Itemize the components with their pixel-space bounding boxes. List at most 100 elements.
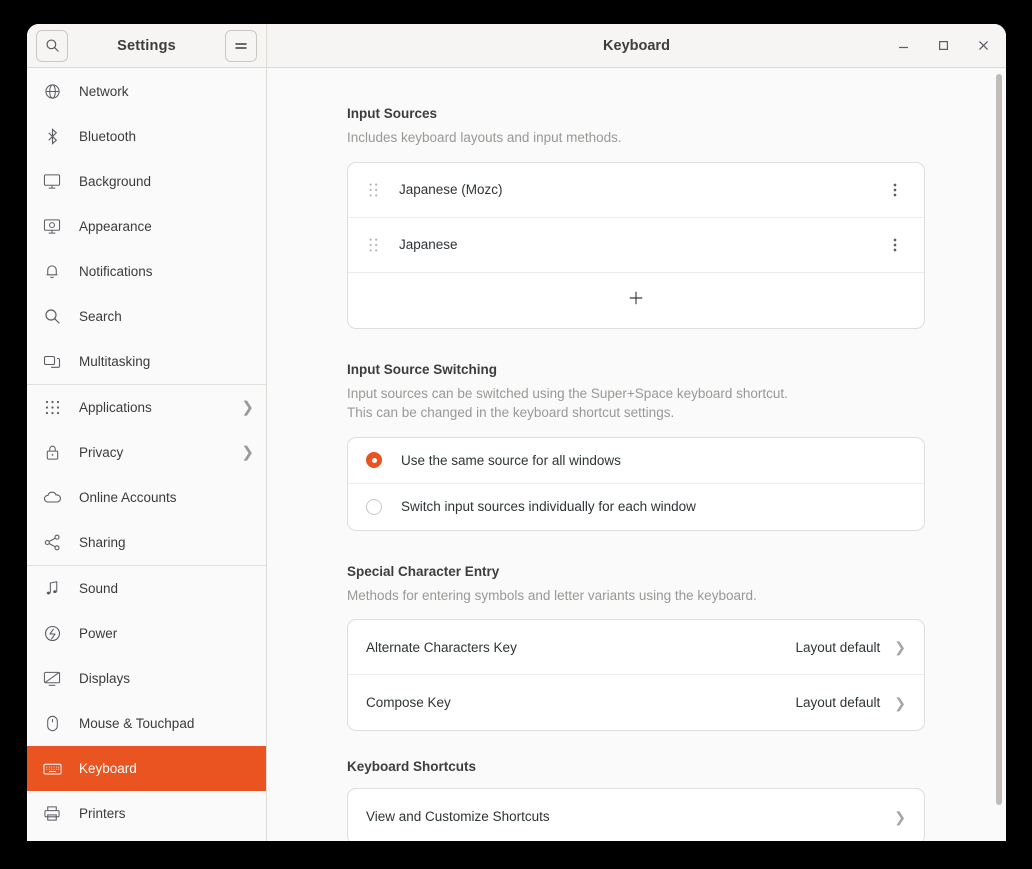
input-source-row-japanese[interactable]: Japanese — [348, 218, 924, 273]
vertical-scrollbar[interactable] — [996, 74, 1002, 835]
sidebar-item-multitasking[interactable]: Multitasking — [27, 339, 266, 384]
main-menu-button[interactable] — [225, 29, 257, 62]
applications-icon — [41, 397, 63, 419]
content-scroll-area: Input Sources Includes keyboard layouts … — [267, 68, 1006, 841]
sidebar-item-label: Bluetooth — [79, 129, 137, 144]
section-heading: Input Sources — [347, 106, 438, 121]
drag-handle-icon[interactable] — [366, 238, 380, 252]
row-options-menu-button[interactable] — [884, 176, 906, 204]
settings-window: Settings Keyboard Network Bluetooth Back… — [27, 24, 1006, 841]
minimize-button[interactable] — [888, 31, 918, 61]
sidebar-item-bluetooth[interactable]: Bluetooth — [27, 114, 266, 159]
drag-handle-icon[interactable] — [366, 183, 380, 197]
mouse-icon — [41, 713, 63, 735]
settings-sidebar[interactable]: Network Bluetooth Background Appearance … — [27, 68, 267, 841]
section-description: Includes keyboard layouts and input meth… — [347, 130, 622, 145]
sidebar-item-label: Power — [79, 626, 118, 641]
scrollbar-thumb[interactable] — [996, 74, 1002, 805]
sidebar-item-label: Multitasking — [79, 354, 151, 369]
minimize-icon — [898, 46, 908, 49]
sidebar-item-sound[interactable]: Sound — [27, 566, 266, 611]
printer-icon — [41, 803, 63, 825]
section-heading: Keyboard Shortcuts — [347, 759, 477, 775]
lock-icon — [41, 442, 63, 464]
row-label: View and Customize Shortcuts — [366, 809, 550, 825]
search-button[interactable] — [36, 29, 68, 62]
keyboard-settings-panel: Input Sources Includes keyboard layouts … — [267, 68, 1006, 841]
chevron-right-icon: ❯ — [241, 444, 254, 461]
sidebar-item-background[interactable]: Background — [27, 159, 266, 204]
search-icon — [41, 306, 63, 328]
hamburger-menu-icon — [235, 42, 247, 49]
sidebar-item-label: Keyboard — [79, 761, 137, 776]
sidebar-item-printers[interactable]: Printers — [27, 791, 266, 836]
sidebar-header: Settings — [27, 24, 267, 67]
close-icon — [978, 41, 988, 50]
bell-icon — [41, 261, 63, 283]
radio-button[interactable] — [366, 498, 382, 515]
section-keyboard-shortcuts: Keyboard Shortcuts View and Customize Sh… — [347, 759, 925, 841]
sidebar-item-label: Search — [79, 309, 122, 324]
add-input-source-button[interactable] — [348, 273, 924, 328]
sidebar-item-label: Displays — [79, 671, 131, 686]
display-icon — [41, 668, 63, 690]
row-view-customize-shortcuts[interactable]: View and Customize Shortcuts ❯ — [348, 789, 924, 841]
row-options-menu-button[interactable] — [884, 231, 906, 259]
section-input-source-switching: Input Source Switching Input sources can… — [347, 362, 925, 531]
sidebar-item-mouse-touchpad[interactable]: Mouse & Touchpad — [27, 701, 266, 746]
option-label: Switch input sources individually for ea… — [401, 499, 696, 515]
option-same-source-all-windows[interactable]: Use the same source for all windows — [348, 438, 924, 484]
sidebar-item-privacy[interactable]: Privacy ❯ — [27, 430, 266, 475]
row-label: Compose Key — [366, 695, 451, 711]
sidebar-item-sharing[interactable]: Sharing — [27, 520, 266, 565]
window-body: Network Bluetooth Background Appearance … — [27, 68, 1006, 841]
chevron-right-icon: ❯ — [894, 808, 906, 825]
section-input-sources: Input Sources Includes keyboard layouts … — [347, 106, 925, 329]
sidebar-item-label: Mouse & Touchpad — [79, 716, 195, 731]
sidebar-item-label: Sharing — [79, 535, 126, 550]
maximize-button[interactable] — [928, 31, 958, 61]
chevron-right-icon: ❯ — [894, 694, 906, 711]
sidebar-item-notifications[interactable]: Notifications — [27, 249, 266, 294]
row-label: Alternate Characters Key — [366, 639, 517, 655]
section-heading: Special Character Entry — [347, 563, 500, 579]
chevron-right-icon: ❯ — [894, 639, 906, 656]
sidebar-item-appearance[interactable]: Appearance — [27, 204, 266, 249]
sidebar-item-displays[interactable]: Displays — [27, 656, 266, 701]
network-globe-icon — [41, 81, 63, 103]
switching-options-card: Use the same source for all windows Swit… — [347, 436, 925, 531]
bluetooth-icon — [41, 126, 63, 148]
app-title: Settings — [117, 37, 176, 54]
input-source-label: Japanese — [399, 237, 458, 253]
sidebar-item-keyboard[interactable]: Keyboard — [27, 746, 266, 791]
radio-button-selected[interactable] — [366, 452, 382, 469]
sidebar-item-label: Appearance — [79, 219, 152, 234]
sidebar-item-online-accounts[interactable]: Online Accounts — [27, 475, 266, 520]
row-alternate-characters-key[interactable]: Alternate Characters Key Layout default … — [348, 620, 924, 676]
option-switch-individually[interactable]: Switch input sources individually for ea… — [348, 484, 924, 530]
input-sources-card: Japanese (Mozc) Japanese — [347, 161, 925, 329]
sidebar-item-label: Background — [79, 174, 152, 189]
section-description: Input sources can be switched using the … — [347, 384, 925, 423]
sidebar-item-label: Network — [79, 84, 129, 99]
special-character-card: Alternate Characters Key Layout default … — [347, 619, 925, 732]
row-value: Layout default — [795, 695, 881, 711]
sidebar-item-applications[interactable]: Applications ❯ — [27, 385, 266, 430]
multitasking-icon — [41, 351, 63, 373]
appearance-icon — [41, 216, 63, 238]
close-button[interactable] — [968, 31, 998, 61]
description-line-1: Input sources can be switched using the … — [347, 385, 788, 401]
sound-note-icon — [41, 578, 63, 600]
power-icon — [41, 623, 63, 645]
share-icon — [41, 532, 63, 554]
sidebar-item-search[interactable]: Search — [27, 294, 266, 339]
chevron-right-icon: ❯ — [241, 399, 254, 416]
description-line-2: This can be changed in the keyboard shor… — [347, 405, 675, 421]
input-source-row-japanese-mozc[interactable]: Japanese (Mozc) — [348, 163, 924, 218]
sidebar-item-label: Sound — [79, 581, 119, 596]
sidebar-item-power[interactable]: Power — [27, 611, 266, 656]
row-compose-key[interactable]: Compose Key Layout default ❯ — [348, 675, 924, 730]
sidebar-item-label: Notifications — [79, 264, 153, 279]
cloud-icon — [41, 487, 63, 509]
sidebar-item-network[interactable]: Network — [27, 69, 266, 114]
